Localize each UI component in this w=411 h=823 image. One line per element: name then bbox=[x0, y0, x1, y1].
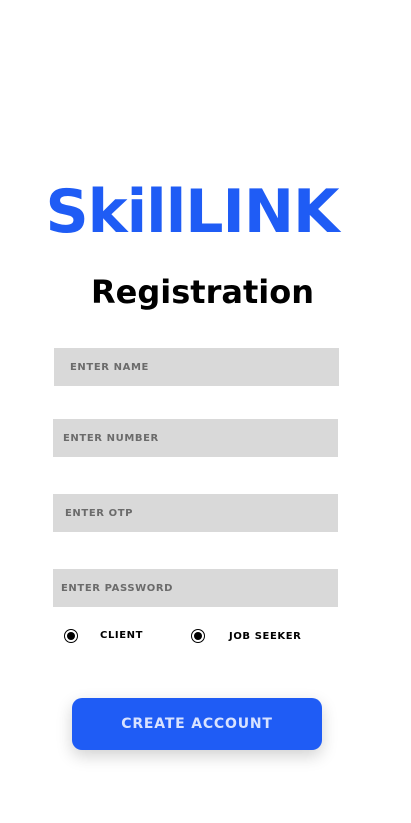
radio-selected-dot bbox=[67, 632, 75, 640]
number-field-container bbox=[53, 419, 338, 457]
otp-field-container bbox=[53, 494, 338, 532]
create-account-button[interactable]: CREATE ACCOUNT bbox=[72, 698, 322, 750]
password-field-container bbox=[53, 569, 338, 607]
brand-logo: SkillLINK bbox=[45, 177, 339, 247]
job-seeker-radio[interactable] bbox=[191, 629, 205, 643]
number-input[interactable] bbox=[63, 432, 338, 444]
page-title: Registration bbox=[91, 273, 314, 311]
client-radio[interactable] bbox=[64, 629, 78, 643]
name-input[interactable] bbox=[70, 361, 339, 373]
otp-input[interactable] bbox=[65, 507, 338, 519]
client-radio-label[interactable]: CLIENT bbox=[100, 629, 143, 643]
radio-selected-dot bbox=[194, 632, 202, 640]
job-seeker-radio-label[interactable]: JOB SEEKER bbox=[229, 630, 301, 644]
password-input[interactable] bbox=[61, 582, 338, 594]
name-field-container bbox=[54, 348, 339, 386]
